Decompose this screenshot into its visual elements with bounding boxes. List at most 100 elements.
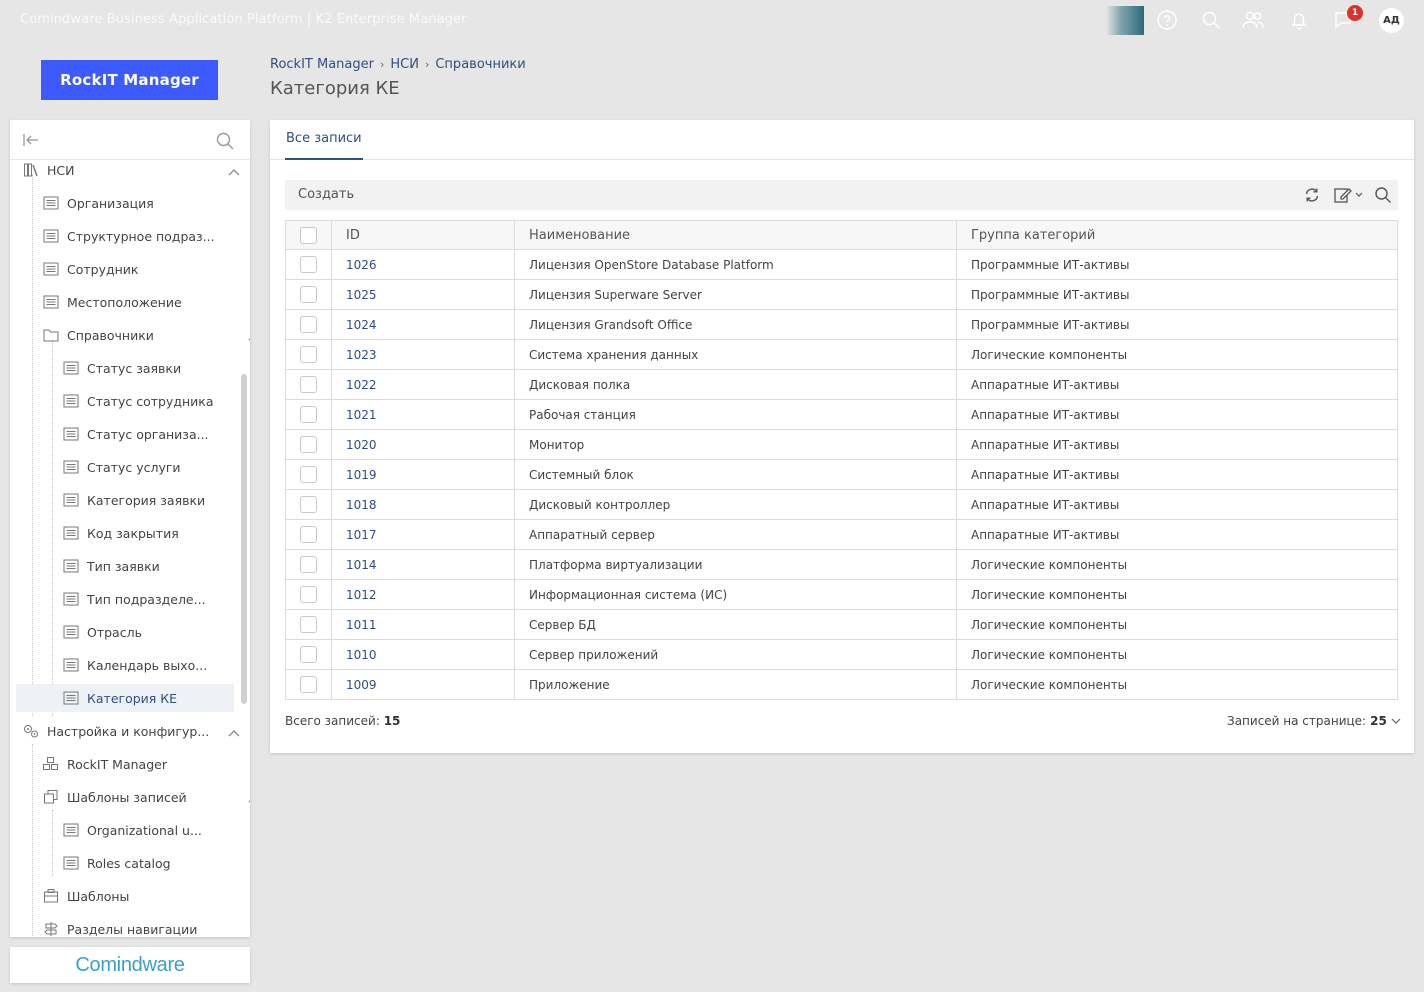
cell-id[interactable]: 1024 <box>331 309 515 340</box>
sidebar-search-icon[interactable] <box>215 131 235 155</box>
grid-search-icon[interactable] <box>1374 186 1392 208</box>
user-avatar[interactable]: АД <box>1379 8 1404 33</box>
chevron-up-icon[interactable] <box>228 725 240 740</box>
cell-id[interactable]: 1023 <box>331 339 515 370</box>
row-checkbox[interactable] <box>300 346 317 363</box>
cell-id[interactable]: 1017 <box>331 519 515 550</box>
cell-id[interactable]: 1009 <box>331 669 515 700</box>
sidebar-item-structural-unit[interactable]: Структурное подраз... <box>42 222 215 250</box>
sidebar-scrollbar[interactable] <box>241 374 247 704</box>
per-page-value: 25 <box>1370 714 1387 728</box>
tab-all-records[interactable]: Все записи <box>285 120 363 160</box>
breadcrumb-item-catalogs[interactable]: Справочники <box>435 57 525 72</box>
row-checkbox[interactable] <box>300 526 317 543</box>
users-icon[interactable] <box>1241 9 1265 31</box>
cell-id[interactable]: 1014 <box>331 549 515 580</box>
sidebar-item-org-status[interactable]: Статус организа... <box>62 420 209 448</box>
sidebar-item-holiday-calendar[interactable]: Календарь выхо... <box>62 651 207 679</box>
sidebar-item-roles-catalog[interactable]: Roles catalog <box>62 849 171 877</box>
per-page-selector[interactable]: Записей на странице: 25 <box>1227 714 1401 728</box>
cell-id[interactable]: 1022 <box>331 369 515 400</box>
bell-icon[interactable] <box>1287 9 1311 31</box>
create-button[interactable]: Создать <box>298 187 354 202</box>
table-row[interactable]: 1026 Лицензия OpenStore Database Platform… <box>285 249 1398 280</box>
table-row[interactable]: 1011 Сервер БД Логические компоненты <box>285 609 1398 640</box>
cell-id[interactable]: 1019 <box>331 459 515 490</box>
cell-id[interactable]: 1026 <box>331 249 515 280</box>
edit-icon[interactable] <box>1333 186 1365 208</box>
sidebar-item-request-type[interactable]: Тип заявки <box>62 552 160 580</box>
row-checkbox[interactable] <box>300 376 317 393</box>
cell-id[interactable]: 1020 <box>331 429 515 460</box>
sidebar-item-organization[interactable]: Организация <box>42 189 154 217</box>
row-checkbox[interactable] <box>300 586 317 603</box>
column-header-group[interactable]: Группа категорий <box>956 220 1398 250</box>
row-checkbox[interactable] <box>300 496 317 513</box>
sidebar-item-employee-status[interactable]: Статус сотрудника <box>62 387 213 415</box>
row-checkbox[interactable] <box>300 646 317 663</box>
refresh-icon[interactable] <box>1303 186 1321 208</box>
sidebar-item-industry[interactable]: Отрасль <box>62 618 142 646</box>
row-checkbox[interactable] <box>300 466 317 483</box>
sidebar-item-navigation-sections[interactable]: Разделы навигации <box>42 915 197 937</box>
row-checkbox[interactable] <box>300 316 317 333</box>
sidebar-item-request-category[interactable]: Категория заявки <box>62 486 205 514</box>
cell-id[interactable]: 1012 <box>331 579 515 610</box>
cell-id[interactable]: 1010 <box>331 639 515 670</box>
table-row[interactable]: 1020 Монитор Аппаратные ИТ-активы <box>285 429 1398 460</box>
breadcrumb-item-rockit[interactable]: RockIT Manager <box>270 57 374 72</box>
cell-id[interactable]: 1021 <box>331 399 515 430</box>
select-all-checkbox[interactable] <box>300 226 317 244</box>
chevron-up-icon[interactable] <box>228 164 240 179</box>
table-row[interactable]: 1014 Платформа виртуализации Логические ко… <box>285 549 1398 580</box>
sidebar-item-rockit-manager[interactable]: RockIT Manager <box>42 750 167 778</box>
sidebar-item-nsi[interactable]: НСИ <box>22 156 240 184</box>
table-row[interactable]: 1021 Рабочая станция Аппаратные ИТ-активы <box>285 399 1398 430</box>
table-row[interactable]: 1010 Сервер приложений Логические компонен… <box>285 639 1398 670</box>
chevron-up-icon[interactable] <box>248 329 250 344</box>
row-checkbox[interactable] <box>300 616 317 633</box>
table-row[interactable]: 1019 Системный блок Аппаратные ИТ-активы <box>285 459 1398 490</box>
row-checkbox[interactable] <box>300 406 317 423</box>
row-checkbox[interactable] <box>300 256 317 273</box>
sidebar-item-label: НСИ <box>47 162 75 178</box>
app-logo[interactable]: RockIT Manager <box>41 60 218 100</box>
list-icon <box>62 491 80 509</box>
sidebar-item-closure-code[interactable]: Код закрытия <box>62 519 179 547</box>
cell-id[interactable]: 1011 <box>331 609 515 640</box>
sidebar-item-unit-type[interactable]: Тип подразделе... <box>62 585 206 613</box>
row-checkbox[interactable] <box>300 436 317 453</box>
table-row[interactable]: 1022 Дисковая полка Аппаратные ИТ-активы <box>285 369 1398 400</box>
row-checkbox[interactable] <box>300 556 317 573</box>
breadcrumb-item-nsi[interactable]: НСИ <box>390 57 419 72</box>
sidebar-item-request-status[interactable]: Статус заявки <box>62 354 181 382</box>
sidebar-item-employee[interactable]: Сотрудник <box>42 255 138 283</box>
cell-id[interactable]: 1025 <box>331 279 515 310</box>
row-checkbox[interactable] <box>300 676 317 693</box>
table-row[interactable]: 1024 Лицензия Grandsoft Office Программные… <box>285 309 1398 340</box>
row-select-cell <box>285 549 332 580</box>
chevron-up-icon[interactable] <box>248 791 250 806</box>
table-row[interactable]: 1025 Лицензия Superware Server Программные… <box>285 279 1398 310</box>
help-icon[interactable] <box>1155 9 1179 31</box>
sidebar-item-record-templates[interactable]: Шаблоны записей <box>42 783 250 811</box>
sidebar-item-ci-category[interactable]: Категория КЕ <box>16 684 234 712</box>
table-row[interactable]: 1009 Приложение Логические компоненты <box>285 669 1398 700</box>
search-icon[interactable] <box>1199 9 1223 31</box>
cell-name: Система хранения данных <box>514 339 957 370</box>
sidebar-item-settings[interactable]: Настройка и конфигур... <box>22 717 240 745</box>
row-checkbox[interactable] <box>300 286 317 303</box>
sidebar-item-organizational-units[interactable]: Organizational u... <box>62 816 202 844</box>
sidebar-item-service-status[interactable]: Статус услуги <box>62 453 181 481</box>
table-row[interactable]: 1018 Дисковый контроллер Аппаратные ИТ-акт… <box>285 489 1398 520</box>
sidebar-item-templates[interactable]: Шаблоны <box>42 882 129 910</box>
column-header-id[interactable]: ID <box>331 220 515 250</box>
table-row[interactable]: 1012 Информационная система (ИС) Логически… <box>285 579 1398 610</box>
table-row[interactable]: 1023 Система хранения данных Логические ко… <box>285 339 1398 370</box>
cell-id[interactable]: 1018 <box>331 489 515 520</box>
collapse-sidebar-icon[interactable] <box>22 132 40 152</box>
sidebar-item-catalogs[interactable]: Справочники <box>42 321 250 349</box>
column-header-name[interactable]: Наименование <box>514 220 957 250</box>
sidebar-item-location[interactable]: Местоположение <box>42 288 182 316</box>
table-row[interactable]: 1017 Аппаратный сервер Аппаратные ИТ-актив… <box>285 519 1398 550</box>
